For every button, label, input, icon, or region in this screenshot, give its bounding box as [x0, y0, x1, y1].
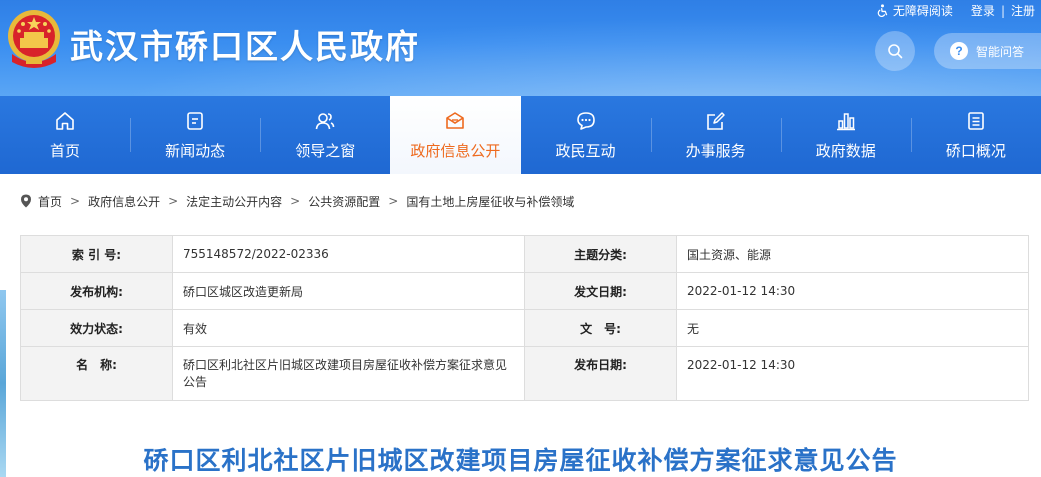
- accessibility-link[interactable]: 无障碍阅读: [876, 2, 953, 19]
- top-links: 无障碍阅读 登录 | 注册: [876, 2, 1035, 19]
- breadcrumb-housing[interactable]: 国有土地上房屋征收与补偿领域: [406, 193, 574, 210]
- nav-label: 领导之窗: [295, 141, 356, 160]
- table-row: 效力状态: 有效 文 号: 无: [20, 309, 1029, 347]
- nav-label: 政府信息公开: [410, 141, 501, 160]
- nav-item-leaders[interactable]: 领导之窗: [260, 96, 390, 174]
- login-link[interactable]: 登录: [971, 2, 995, 19]
- document-info-table: 索 引 号: 755148572/2022-02336 主题分类: 国土资源、能…: [20, 235, 1029, 401]
- doc-number-label: 文 号:: [524, 309, 677, 347]
- breadcrumb-separator: >: [70, 194, 81, 208]
- search-button[interactable]: [875, 31, 915, 71]
- publisher-value: 硚口区城区改造更新局: [172, 272, 525, 310]
- mail-icon: [446, 111, 465, 129]
- category-value: 国土资源、能源: [676, 235, 1029, 273]
- nav-item-home[interactable]: 首页: [0, 96, 130, 174]
- nav-label: 首页: [50, 141, 81, 160]
- national-emblem-icon: [8, 10, 60, 68]
- nav-item-news[interactable]: 新闻动态: [130, 96, 260, 174]
- category-label: 主题分类:: [524, 235, 677, 273]
- document-icon: [968, 111, 984, 130]
- smart-qa-label: 智能问答: [976, 44, 1025, 59]
- name-label: 名 称:: [20, 346, 173, 401]
- nav-item-gov-data[interactable]: 政府数据: [780, 96, 911, 174]
- nav-label: 办事服务: [685, 141, 746, 160]
- publish-date-value: 2022-01-12 14:30: [676, 346, 1029, 401]
- edit-icon: [706, 111, 725, 130]
- site-header: 武汉市硚口区人民政府 无障碍阅读 登录 | 注册 ? 智能问答: [0, 0, 1041, 96]
- breadcrumb: 首页 > 政府信息公开 > 法定主动公开内容 > 公共资源配置 > 国有土地上房…: [20, 192, 574, 210]
- issue-date-value: 2022-01-12 14:30: [676, 272, 1029, 310]
- nav-item-gov-info[interactable]: 政府信息公开: [390, 96, 521, 174]
- publisher-label: 发布机构:: [20, 272, 173, 310]
- breadcrumb-separator: >: [168, 194, 179, 208]
- index-value: 755148572/2022-02336: [172, 235, 525, 273]
- nav-label: 政府数据: [815, 141, 876, 160]
- location-pin-icon: [21, 194, 31, 208]
- nav-label: 政民互动: [555, 141, 616, 160]
- table-row: 索 引 号: 755148572/2022-02336 主题分类: 国土资源、能…: [20, 235, 1029, 273]
- status-label: 效力状态:: [20, 309, 173, 347]
- article-title: 硚口区利北社区片旧城区改建项目房屋征收补偿方案征求意见公告: [143, 446, 898, 475]
- site-title[interactable]: 武汉市硚口区人民政府: [70, 20, 420, 68]
- breadcrumb-separator: >: [290, 194, 301, 208]
- news-icon: [187, 111, 203, 130]
- question-icon: ?: [950, 42, 968, 60]
- breadcrumb-home[interactable]: 首页: [38, 193, 62, 210]
- breadcrumb-public-resources[interactable]: 公共资源配置: [308, 193, 380, 210]
- leaders-icon: [316, 112, 335, 129]
- chart-icon: [836, 112, 855, 130]
- nav-item-services[interactable]: 办事服务: [650, 96, 781, 174]
- doc-number-value: 无: [676, 309, 1029, 347]
- search-icon: [888, 44, 903, 59]
- name-value: 硚口区利北社区片旧城区改建项目房屋征收补偿方案征求意见公告: [172, 346, 525, 401]
- main-nav: 首页 新闻动态 领导之窗 政府信息公开 政民互动 办事服务 政府数据 硚口概况: [0, 96, 1041, 174]
- publish-date-label: 发布日期:: [524, 346, 677, 401]
- accessibility-label: 无障碍阅读: [892, 4, 953, 18]
- nav-label: 新闻动态: [165, 141, 226, 160]
- wheelchair-icon: [877, 4, 888, 17]
- issue-date-label: 发文日期:: [524, 272, 677, 310]
- breadcrumb-separator: >: [388, 194, 399, 208]
- chat-icon: [576, 111, 595, 130]
- link-separator: |: [1000, 3, 1005, 18]
- nav-label: 硚口概况: [945, 141, 1006, 160]
- nav-item-overview[interactable]: 硚口概况: [910, 96, 1041, 174]
- register-link[interactable]: 注册: [1011, 2, 1035, 19]
- index-label: 索 引 号:: [20, 235, 173, 273]
- table-row: 名 称: 硚口区利北社区片旧城区改建项目房屋征收补偿方案征求意见公告 发布日期:…: [20, 346, 1029, 401]
- table-row: 发布机构: 硚口区城区改造更新局 发文日期: 2022-01-12 14:30: [20, 272, 1029, 310]
- nav-item-interaction[interactable]: 政民互动: [521, 96, 651, 174]
- status-value: 有效: [172, 309, 525, 347]
- breadcrumb-statutory[interactable]: 法定主动公开内容: [186, 193, 282, 210]
- smart-qa-button[interactable]: ? 智能问答: [934, 33, 1041, 69]
- home-icon: [56, 111, 74, 130]
- breadcrumb-gov-info[interactable]: 政府信息公开: [88, 193, 160, 210]
